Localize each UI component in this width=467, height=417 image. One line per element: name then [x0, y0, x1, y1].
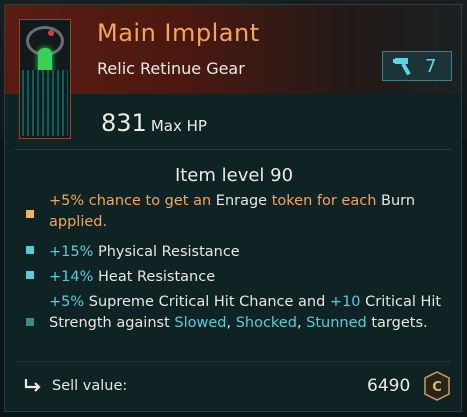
- stat-text: Supreme Critical Hit Chance and: [84, 294, 330, 310]
- stat-line: +5% Supreme Critical Hit Chance and +10 …: [49, 292, 449, 333]
- stat-text: ,: [226, 314, 236, 331]
- stat-text: token for each: [267, 193, 381, 209]
- item-thumbnail: [19, 19, 71, 139]
- hp-label: Max HP: [150, 117, 207, 135]
- sell-label: Sell value:: [52, 378, 128, 394]
- item-type: Relic Retinue Gear: [97, 59, 245, 78]
- stat-text: Heat Resistance: [93, 269, 216, 285]
- stat-bullet: [26, 210, 34, 218]
- stat-text: +5%: [49, 193, 85, 209]
- divider: [15, 149, 451, 150]
- gear-level-badge: 7: [382, 51, 452, 81]
- stat-bullet: [26, 246, 34, 254]
- max-hp: 831 Max HP: [101, 109, 207, 137]
- stat-text: Physical Resistance: [93, 244, 240, 260]
- credit-coin-icon: C: [424, 371, 450, 401]
- stat-text: Stunned: [306, 314, 367, 331]
- item-level: Item level 90: [174, 165, 294, 186]
- stat-text: applied.: [49, 213, 108, 230]
- thumbnail-pattern: [22, 70, 68, 136]
- hp-value: 831: [101, 109, 147, 137]
- stat-text: Burn: [381, 193, 416, 209]
- stat-line: +15% Physical Resistance: [49, 242, 449, 263]
- stat-text: Enrage: [215, 193, 268, 209]
- implant-light: [48, 30, 54, 36]
- svg-text:C: C: [432, 380, 442, 395]
- stat-text: +15%: [49, 244, 94, 260]
- stat-line: +5% chance to get an Enrage token for ea…: [49, 191, 449, 232]
- stat-text: +14%: [49, 269, 94, 285]
- stat-line: +14% Heat Resistance: [49, 267, 449, 288]
- stat-text: +5%: [49, 294, 85, 310]
- gear-level-number: 7: [425, 56, 437, 77]
- sell-arrow-icon: [24, 379, 41, 392]
- hammer-icon: [393, 58, 411, 76]
- stat-text: ,: [296, 314, 307, 331]
- stat-text: +10: [329, 294, 361, 310]
- item-name: Main Implant: [97, 19, 260, 47]
- stat-text: chance to get an: [84, 193, 216, 209]
- item-tooltip: Main Implant Relic Retinue Gear 7 831 Max…: [4, 4, 462, 412]
- stat-text: targets.: [366, 314, 428, 331]
- footer-divider: [15, 361, 451, 362]
- stat-bullet: [26, 271, 34, 279]
- stat-text: Shocked: [235, 314, 297, 331]
- stat-bullet: [26, 318, 34, 326]
- sell-value: 6490: [367, 376, 411, 396]
- stat-text: Slowed: [174, 314, 227, 331]
